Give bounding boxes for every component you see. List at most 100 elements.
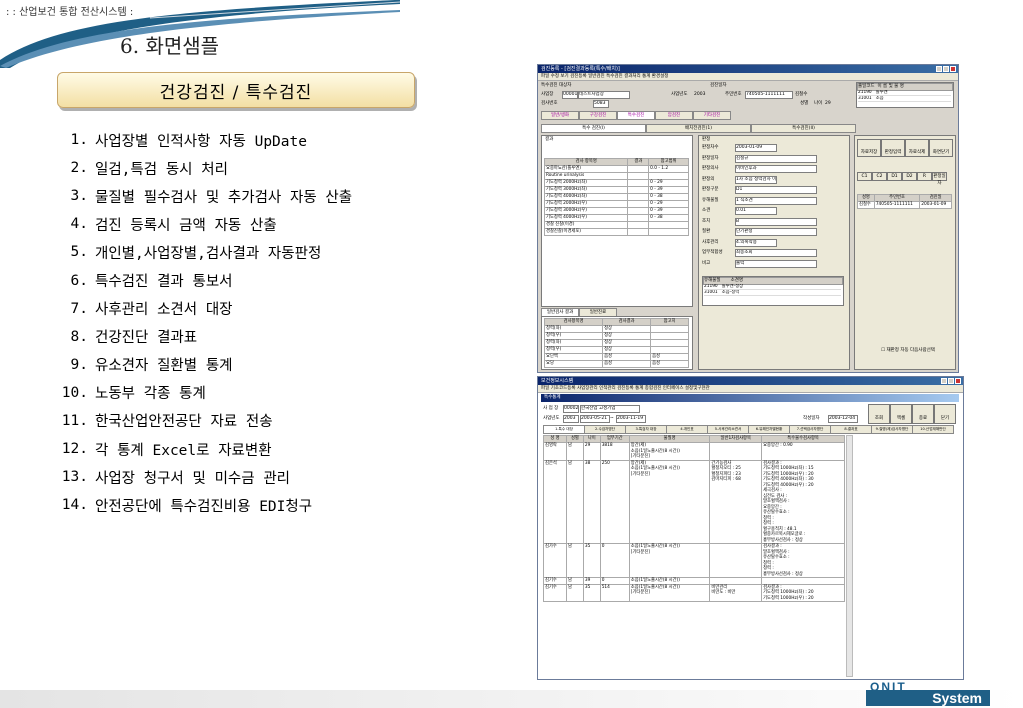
- stat-tab-5[interactable]: 6.유해인자별현황: [748, 425, 790, 434]
- judgement-field[interactable]: 이비인후과: [735, 165, 817, 173]
- judgement-field[interactable]: 2003-01-09: [735, 144, 777, 152]
- table-row[interactable]: 경찰진찰(이경세포): [543, 228, 689, 236]
- resident-no-field[interactable]: 740505-1111111: [745, 91, 793, 99]
- person-grid[interactable]: 성명 주민번호 검진일 김철수 740505-1111111 2003-01-09: [857, 194, 952, 209]
- tab-exam-4[interactable]: 기타검진: [693, 111, 731, 120]
- stat-tab-1[interactable]: 2.수검자명단: [584, 425, 626, 434]
- maximize-icon[interactable]: [948, 378, 954, 384]
- table-row[interactable]: 김철수 740505-1111111 2003-01-09: [857, 201, 952, 209]
- table-row[interactable]: 요당 음성 음성: [543, 360, 689, 368]
- vertical-scrollbar[interactable]: [846, 435, 853, 677]
- list-item[interactable]: 31001 소음-청력: [704, 290, 841, 297]
- right-button-2[interactable]: 자료삭제: [905, 139, 929, 157]
- column-header[interactable]: 물질명: [628, 435, 711, 443]
- general-result-grid[interactable]: 검사항목명 검사결과 참고치 청력(좌) 정상 청력(우) 정상 청력(좌) 정상 청력(우) 정상…: [543, 318, 689, 368]
- column-header[interactable]: 검사결과: [602, 318, 652, 326]
- column-header[interactable]: 성별: [565, 435, 584, 443]
- tab-exam-3[interactable]: 암검진: [655, 111, 693, 120]
- judgement-field[interactable]: 최종조회: [735, 249, 817, 257]
- table-row[interactable]: 김은석 남 38 250 망간(제) 소음(1일노출시간(8 시간)) [기타분진] 간기…: [543, 459, 845, 544]
- minimize-icon[interactable]: [941, 378, 947, 384]
- judgement-field[interactable]: 출력: [735, 259, 817, 268]
- exam-no-field[interactable]: 5083: [593, 100, 609, 108]
- table-row[interactable]: 경찰 진찰(이경): [543, 221, 689, 229]
- table-row[interactable]: 기도청력 3000Hz(좌) 0 - 39: [543, 186, 689, 194]
- filter-2[interactable]: D1: [887, 172, 902, 181]
- filter-1[interactable]: C2: [872, 172, 887, 181]
- column-header[interactable]: 결과: [627, 158, 650, 166]
- table-row[interactable]: 김기수 남 35 514 소음(1일노출시간(8 시간)) [기타분진] 비만관리 비만도…: [543, 583, 845, 602]
- close-icon[interactable]: [955, 378, 961, 384]
- subtab-2[interactable]: 특수검진(II): [751, 124, 856, 133]
- statistics-table[interactable]: 성 명 성별 나이 업무기간 물질명 일반1차검사항목 특수물수검사항목 김영락 남 29 3818…: [543, 435, 845, 602]
- stat-tab-0[interactable]: 1.특수 대장: [543, 425, 585, 434]
- maximize-icon[interactable]: [943, 66, 949, 72]
- stat-tab-7[interactable]: 8.결과표: [830, 425, 872, 434]
- judgement-field[interactable]: 1차 소음 청력검사 이상: [735, 175, 777, 184]
- company-name-field[interactable]: 테스트사업장: [578, 91, 630, 99]
- menu-bar[interactable]: 파일 수정 보기 검진등록 일반검진 특수검진 결과처리 통계 환경설정: [538, 73, 958, 81]
- table-row[interactable]: 요단백 음성 음성: [543, 353, 689, 361]
- minimize-icon[interactable]: [936, 66, 942, 72]
- subtab-0[interactable]: 특수 검진(I): [541, 124, 646, 133]
- filter-5[interactable]: 판정일자: [932, 172, 947, 186]
- column-header[interactable]: 주민번호: [873, 194, 921, 202]
- column-header[interactable]: 참고범위: [648, 158, 689, 166]
- column-header[interactable]: 업무기간: [599, 435, 630, 443]
- tab-exam-2[interactable]: 특수검진: [617, 111, 655, 120]
- subtab-1[interactable]: 배치전검진(1): [646, 124, 751, 133]
- menu-bar[interactable]: 파일 기초코드등록 사업장관리 인적관리 검진등록 통계 종합검진 인터페이스 …: [538, 385, 963, 393]
- judgement-field[interactable]: D1: [735, 186, 817, 194]
- table-row[interactable]: 청력(우) 정상: [543, 346, 689, 354]
- filter-3[interactable]: D2: [902, 172, 917, 181]
- right-button-1[interactable]: 판정입력: [881, 139, 905, 157]
- table-row[interactable]: 기도청력 2000Hz(좌) 0 - 29: [543, 179, 689, 187]
- close-icon[interactable]: [950, 66, 956, 72]
- column-header[interactable]: 검사 항목명: [543, 158, 629, 166]
- column-header[interactable]: 검사항목명: [543, 318, 604, 326]
- stat-tab-9[interactable]: 10.산업재해판단: [912, 425, 954, 434]
- special-judgement-list[interactable]: 유해물질 소견명 21190 톨루엔-정상 31001 소음-청력: [702, 276, 844, 306]
- table-row[interactable]: 청력(우) 정상: [543, 332, 689, 340]
- to-date-field[interactable]: 2003-11-19: [616, 415, 646, 423]
- table-row[interactable]: 청력(좌) 정상: [543, 339, 689, 347]
- judgement-field[interactable]: 단기판정: [735, 228, 817, 236]
- toolbar-button-3[interactable]: 닫기: [934, 404, 956, 424]
- column-header[interactable]: 성 명: [543, 435, 567, 443]
- column-header[interactable]: 참고치: [650, 318, 689, 326]
- from-date-field[interactable]: 2003-05-21: [580, 415, 610, 423]
- judgement-field[interactable]: 4.의복착용: [735, 238, 777, 247]
- stat-tab-8[interactable]: 9.질병(제)검사자명단: [871, 425, 913, 434]
- toolbar-button-1[interactable]: 엑셀: [890, 404, 912, 424]
- company-name-field[interactable]: 한국산업 고성기업: [580, 405, 640, 413]
- stat-tab-4[interactable]: 5.사후관리소견서: [707, 425, 749, 434]
- stat-tab-2[interactable]: 3.특검자 대장: [625, 425, 667, 434]
- judgement-field[interactable]: 김철규: [735, 154, 817, 163]
- stat-tab-3[interactable]: 4.개인표: [666, 425, 708, 434]
- table-row[interactable]: 기도청력 2000Hz(우) 0 - 29: [543, 200, 689, 208]
- table-row[interactable]: Routine urinalysis: [543, 172, 689, 180]
- table-row[interactable]: 기도청력 4000Hz(좌) 0 - 38: [543, 193, 689, 201]
- table-row[interactable]: 기도청력 3000Hz(우) 0 - 39: [543, 207, 689, 215]
- list-item[interactable]: 31001 소음: [858, 96, 951, 103]
- table-row[interactable]: 김가수 남 35 0 소음(1일노출시간(8 시간)) [기타분진] 검사결과 : 말초혈…: [543, 543, 845, 578]
- auto-next-checkbox[interactable]: ☐ 재판정 자동 다음사람선택: [881, 348, 935, 354]
- table-row[interactable]: 요중마뇨산(톨루엔) 0.0 - 1.2: [543, 165, 689, 173]
- column-header[interactable]: 검진일: [919, 194, 952, 202]
- tab-exam-1[interactable]: 구강검진: [579, 111, 617, 120]
- result-grid[interactable]: 검사 항목명 결과 참고범위 요중마뇨산(톨루엔) 0.0 - 1.2 Routine u…: [543, 158, 689, 236]
- year-field[interactable]: 2003: [563, 415, 579, 423]
- filter-4[interactable]: R: [917, 172, 932, 181]
- judgement-field[interactable]: 1 직소견: [735, 196, 817, 205]
- company-code-field[interactable]: 00001: [562, 91, 578, 99]
- stat-tab-6[interactable]: 7.선택검사자명단: [789, 425, 831, 434]
- table-row[interactable]: 김영락 남 29 3818 망간(제) 소음(1일노출시간(8 시간)) [기타분진] 요…: [543, 442, 845, 461]
- judgement-field[interactable]: B: [735, 217, 817, 226]
- company-code-field[interactable]: 00002: [563, 405, 579, 413]
- column-header[interactable]: 일반1차검사항목: [709, 435, 763, 443]
- right-button-3[interactable]: 화면닫기: [929, 139, 953, 157]
- judgement-field[interactable]: 0.01: [735, 207, 777, 215]
- column-header[interactable]: 특수물수검사항목: [761, 435, 845, 443]
- table-row[interactable]: 청력(좌) 정상: [543, 325, 689, 333]
- right-button-0[interactable]: 자료저장: [857, 139, 881, 157]
